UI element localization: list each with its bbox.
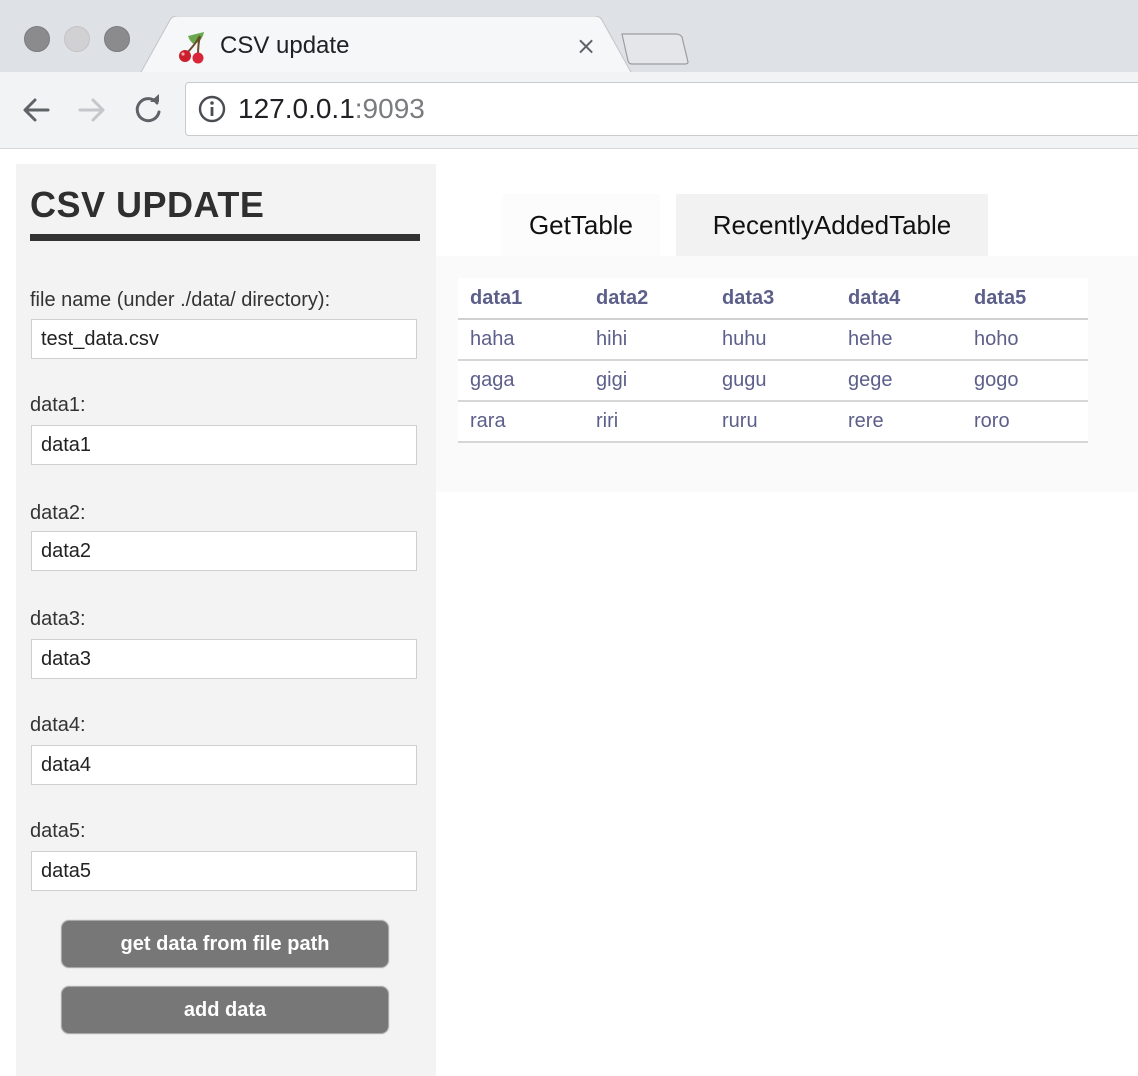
table-cell: hehe [836, 319, 962, 361]
url-host: 127.0.0.1 [238, 93, 355, 124]
table-cell: gugu [710, 360, 836, 402]
reload-icon[interactable] [130, 92, 166, 128]
table-cell: ruru [710, 401, 836, 443]
table-cell: gaga [458, 360, 584, 402]
table-cell: riri [584, 401, 710, 443]
data4-input[interactable] [31, 745, 417, 785]
info-icon[interactable] [198, 95, 226, 123]
back-icon[interactable] [18, 92, 54, 128]
browser-titlebar: CSV update × [0, 0, 1138, 74]
get-data-button[interactable]: get data from file path [61, 920, 389, 968]
window-maximize-button[interactable] [104, 26, 130, 52]
table-row: gaga gigi gugu gege gogo [458, 360, 1088, 402]
title-divider [30, 234, 420, 241]
data1-label: data1: [30, 394, 86, 416]
column-header: data1 [458, 278, 584, 320]
table-cell: gege [836, 360, 962, 402]
address-bar[interactable]: 127.0.0.1:9093 [185, 82, 1138, 136]
column-header: data4 [836, 278, 962, 320]
data2-label: data2: [30, 502, 86, 524]
filename-input[interactable] [31, 319, 417, 359]
table-cell: hihi [584, 319, 710, 361]
data3-label: data3: [30, 608, 86, 630]
url-port: :9093 [354, 93, 425, 124]
table-cell: gogo [962, 360, 1088, 402]
table-cell: gigi [584, 360, 710, 402]
data5-input[interactable] [31, 851, 417, 891]
table-header-row: data1 data2 data3 data4 data5 [458, 278, 1088, 320]
table-cell: huhu [710, 319, 836, 361]
filename-label: file name (under ./data/ directory): [30, 289, 331, 311]
data1-input[interactable] [31, 425, 417, 465]
column-header: data3 [710, 278, 836, 320]
table-panel: data1 data2 data3 data4 data5 haha hihi … [436, 256, 1138, 492]
cherry-favicon-icon [179, 32, 204, 64]
close-icon[interactable]: × [572, 32, 600, 60]
table-cell: hoho [962, 319, 1088, 361]
page-title: CSV UPDATE [30, 184, 265, 225]
column-header: data5 [962, 278, 1088, 320]
data4-label: data4: [30, 714, 86, 736]
table-row: rara riri ruru rere roro [458, 401, 1088, 443]
table-cell: roro [962, 401, 1088, 443]
data-table: data1 data2 data3 data4 data5 haha hihi … [458, 278, 1088, 443]
column-header: data2 [584, 278, 710, 320]
table-cell: rere [836, 401, 962, 443]
forward-icon[interactable] [74, 92, 110, 128]
window-minimize-button[interactable] [64, 26, 90, 52]
data2-input[interactable] [31, 531, 417, 571]
add-data-button[interactable]: add data [61, 986, 389, 1034]
table-cell: rara [458, 401, 584, 443]
new-tab-icon[interactable] [620, 32, 690, 66]
sidebar-form: CSV UPDATE file name (under ./data/ dire… [16, 164, 436, 1076]
tab-gettable[interactable]: GetTable [502, 194, 660, 256]
browser-tab[interactable] [140, 16, 632, 74]
window-close-button[interactable] [24, 26, 50, 52]
data3-input[interactable] [31, 639, 417, 679]
table-cell: haha [458, 319, 584, 361]
tab-title: CSV update [220, 32, 350, 59]
url-text: 127.0.0.1:9093 [238, 91, 425, 127]
table-row: haha hihi huhu hehe hoho [458, 319, 1088, 361]
browser-toolbar: 127.0.0.1:9093 [0, 72, 1138, 149]
data5-label: data5: [30, 820, 86, 842]
tab-recently-added[interactable]: RecentlyAddedTable [676, 194, 988, 256]
